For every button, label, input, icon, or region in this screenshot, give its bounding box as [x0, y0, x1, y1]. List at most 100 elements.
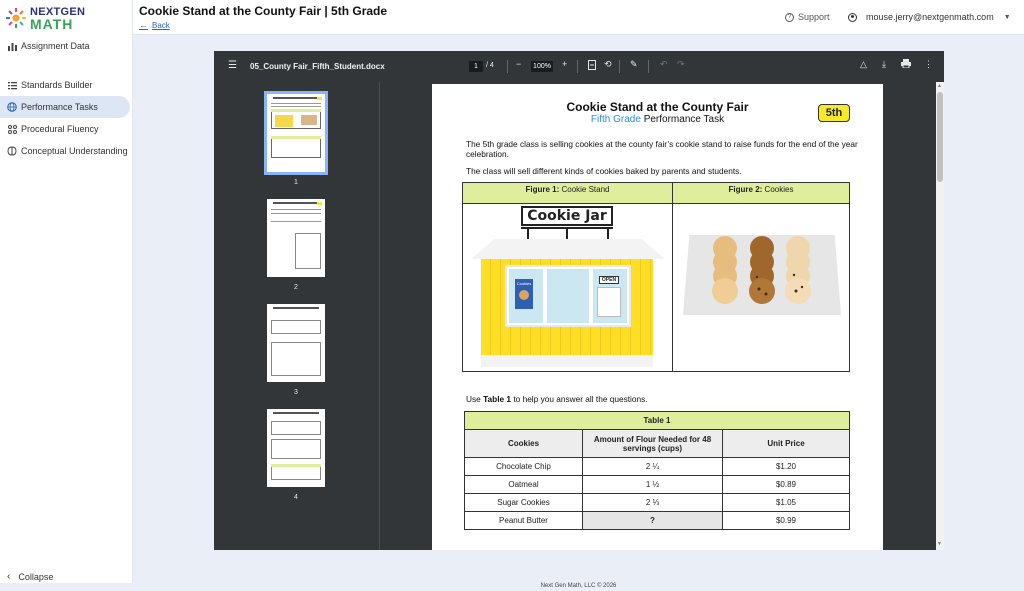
sign-text: Cookie Jar: [521, 206, 613, 226]
thumbnail-page[interactable]: [267, 304, 325, 382]
thumbnail-number: 3: [294, 389, 298, 396]
back-link[interactable]: ← Back: [139, 20, 170, 30]
scroll-down-icon[interactable]: ▼: [937, 541, 942, 547]
figure2-header: Figure 2: Cookies: [673, 183, 849, 204]
sun-logo-icon: [6, 8, 26, 28]
scroll-up-icon[interactable]: ▲: [937, 83, 942, 89]
top-header: Cookie Stand at the County Fair | 5th Gr…: [133, 0, 1024, 35]
toolbar-divider: [648, 60, 649, 73]
document-area[interactable]: Cookie Stand at the County Fair Fifth Gr…: [381, 82, 936, 550]
document-scrollbar[interactable]: ▲ ▼: [936, 82, 944, 550]
sidebar-item-performance-tasks[interactable]: Performance Tasks: [0, 96, 130, 118]
table-header: Amount of Flour Needed for 48 servings (…: [582, 429, 723, 458]
table-instruction: Use Table 1 to help you answer all the q…: [466, 394, 858, 404]
sidebar-item-conceptual-understanding[interactable]: Conceptual Understanding: [0, 140, 130, 162]
user-menu[interactable]: mouse.jerry@nextgenmath.com ▼: [848, 12, 1011, 22]
more-options-icon[interactable]: ⋮: [924, 59, 933, 70]
fig1-bold: Figure 1:: [525, 185, 560, 194]
thumbnail-page[interactable]: [264, 91, 328, 175]
table-cell: 2 ⅓: [582, 493, 723, 512]
cookies-graphic: [712, 236, 811, 304]
table-row: Peanut Butter ? $0.99: [464, 511, 850, 530]
sidebar-item-assignment-data[interactable]: Assignment Data: [0, 35, 130, 57]
support-label: Support: [798, 12, 830, 22]
subtitle-task: Performance Task: [640, 114, 725, 125]
grade-badge: 5th: [818, 104, 850, 122]
caret-down-icon: ▼: [1003, 13, 1011, 21]
sidebar: NEXTGEN MATH Assignment Data Standards B…: [0, 0, 133, 583]
help-icon: ?: [785, 12, 794, 22]
sidebar-item-label: Conceptual Understanding: [21, 146, 128, 156]
undo-icon[interactable]: ↶: [660, 59, 668, 70]
table-row: Sugar Cookies 2 ⅓ $1.05: [464, 493, 850, 512]
document-filename: 05_County Fair_Fifth_Student.docx: [250, 62, 385, 71]
table-cell: $1.05: [722, 493, 850, 512]
thumbnail-number: 2: [294, 284, 298, 291]
sidebar-item-standards-builder[interactable]: Standards Builder: [0, 74, 130, 96]
fit-page-icon[interactable]: [588, 60, 596, 72]
zoom-in-icon[interactable]: +: [562, 59, 567, 69]
figures-table: Figure 1: Cookie Stand Figure 2: Cookies…: [462, 182, 850, 372]
cookies-tray-illustration: [677, 205, 845, 371]
page-number-input[interactable]: 1: [469, 61, 483, 72]
cookie-stand-illustration: Cookie Jar Cookies OPEN: [467, 205, 667, 371]
gear-grid-icon: [7, 124, 17, 134]
thumbnail-number: 4: [294, 494, 298, 501]
user-email: mouse.jerry@nextgenmath.com: [866, 12, 994, 22]
figure-divider: [672, 183, 673, 371]
table-cell: $0.89: [722, 475, 850, 494]
instr-post: to help you answer all the questions.: [511, 394, 648, 404]
thumbnail-page[interactable]: [267, 409, 325, 487]
brain-icon: [7, 146, 17, 156]
menu-icon[interactable]: ☰: [228, 60, 237, 71]
document-viewer: ☰ 05_County Fair_Fifth_Student.docx 1 / …: [214, 51, 944, 550]
rotate-icon[interactable]: ⟲: [604, 59, 612, 70]
thumbnail-page[interactable]: [267, 199, 325, 277]
menu-card: Cookies: [515, 279, 533, 309]
sidebar-item-procedural-fluency[interactable]: Procedural Fluency: [0, 118, 130, 140]
zoom-out-icon[interactable]: −: [516, 59, 521, 69]
table-header: Cookies: [464, 429, 583, 458]
sidebar-item-label: Performance Tasks: [21, 102, 98, 112]
brand-line2: MATH: [30, 16, 74, 32]
thumbnail-number: 1: [294, 179, 298, 186]
table-cell: 1 ½: [582, 475, 723, 494]
table-cell: 2 ¼: [582, 457, 723, 476]
table-cell: $0.99: [722, 511, 850, 530]
fig2-rest: Cookies: [762, 185, 794, 194]
zoom-input[interactable]: 100%: [531, 61, 553, 72]
drive-icon[interactable]: △: [860, 59, 867, 70]
thumbnail-sidebar: 1 2 3 4: [214, 82, 380, 550]
bar-chart-icon: [7, 41, 17, 51]
scrollbar-thumb[interactable]: [937, 92, 943, 182]
instr-pre: Use: [466, 394, 484, 404]
instr-bold: Table 1: [483, 394, 512, 404]
back-label: Back: [152, 20, 170, 30]
table-cell: Sugar Cookies: [464, 493, 583, 512]
nextgen-math-logo[interactable]: NEXTGEN MATH: [6, 5, 86, 32]
page-total: / 4: [486, 62, 494, 69]
print-icon[interactable]: [901, 59, 911, 70]
intro-paragraph-2: The class will sell different kinds of c…: [466, 166, 742, 176]
table-header: Unit Price: [722, 429, 850, 458]
table-row: Oatmeal 1 ½ $0.89: [464, 475, 850, 494]
figure1-header: Figure 1: Cookie Stand: [463, 183, 672, 204]
footer: Next Gen Math, LLC © 2026: [540, 583, 617, 589]
chevron-left-icon: ‹: [7, 571, 11, 582]
annotate-icon[interactable]: ✎: [630, 59, 638, 70]
table-cell: Oatmeal: [464, 475, 583, 494]
cookies-table: Table 1 Cookies Amount of Flour Needed f…: [464, 411, 850, 530]
sidebar-item-label: Standards Builder: [21, 80, 93, 90]
document-title: Cookie Stand at the County Fair: [566, 100, 749, 114]
document-page: Cookie Stand at the County Fair Fifth Gr…: [432, 84, 883, 550]
arrow-left-icon: ←: [139, 20, 148, 30]
table-cell: Chocolate Chip: [464, 457, 583, 476]
table-row: Chocolate Chip 2 ¼ $1.20: [464, 457, 850, 476]
download-icon[interactable]: ⤓: [882, 59, 886, 70]
support-button[interactable]: ? Support: [785, 12, 830, 22]
sidebar-item-label: Procedural Fluency: [21, 124, 99, 134]
collapse-button[interactable]: ‹ Collapse: [7, 571, 53, 582]
redo-icon[interactable]: ↷: [677, 59, 685, 70]
fig1-rest: Cookie Stand: [559, 185, 610, 194]
collapse-label: Collapse: [18, 571, 54, 582]
